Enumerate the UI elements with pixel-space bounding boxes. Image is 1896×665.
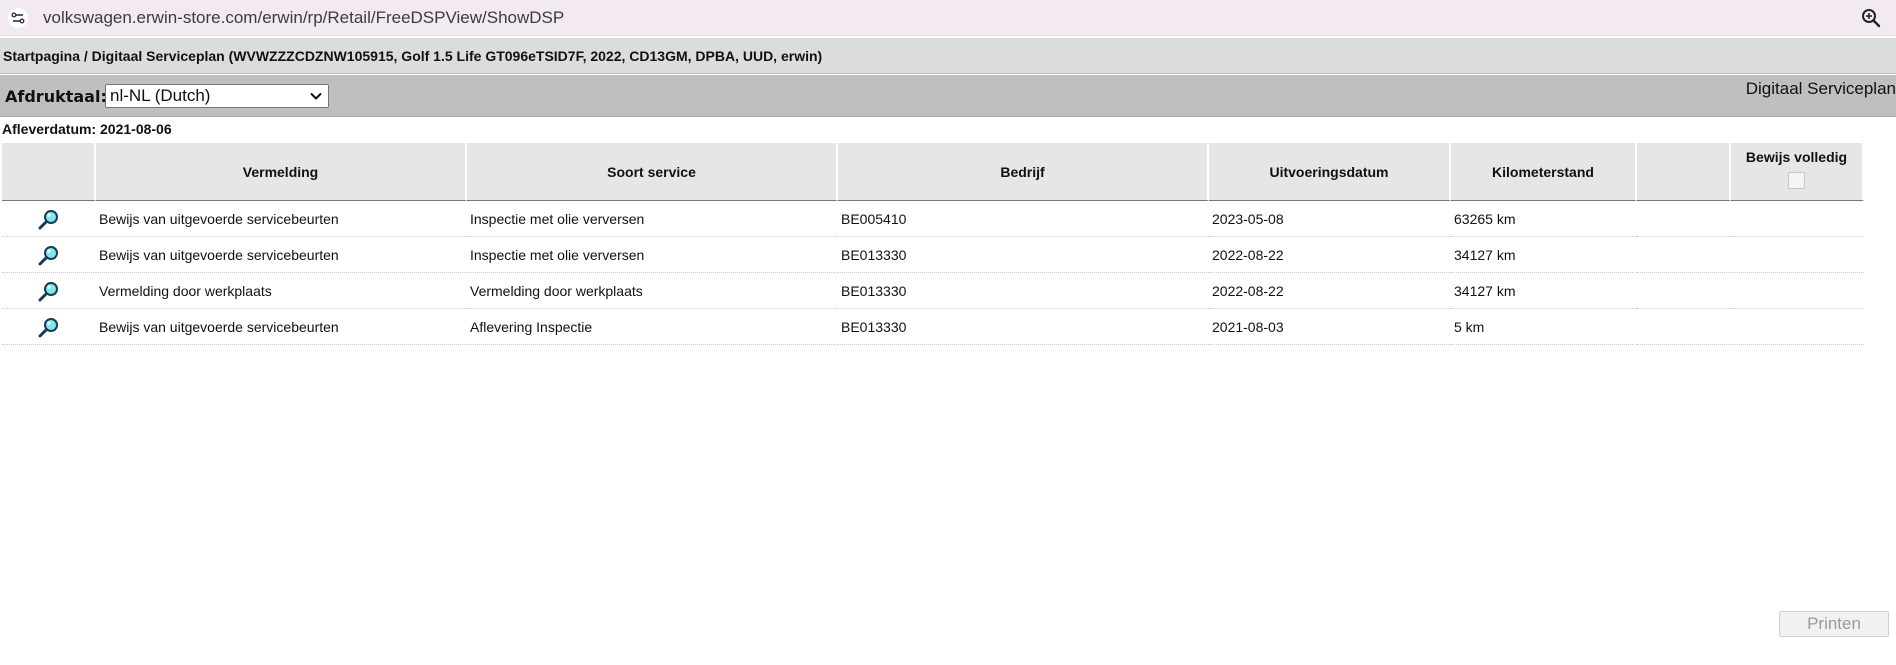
- magnifier-icon[interactable]: [37, 316, 61, 340]
- magnifier-icon[interactable]: [37, 244, 61, 268]
- print-language-value: nl-NL (Dutch): [110, 86, 211, 105]
- header-blank: [1637, 143, 1731, 201]
- header-uitvoeringsdatum[interactable]: Uitvoeringsdatum: [1209, 143, 1451, 201]
- cell-kilometerstand: 63265 km: [1451, 201, 1637, 237]
- cell-blank: [1637, 237, 1731, 273]
- header-bedrijf[interactable]: Bedrijf: [838, 143, 1209, 201]
- table-row: Bewijs van uitgevoerde servicebeurten Af…: [2, 309, 1864, 345]
- bewijs-volledig-checkbox[interactable]: [1788, 172, 1805, 189]
- cell-uitvoeringsdatum: 2022-08-22: [1209, 237, 1451, 273]
- row-icon-cell: [2, 237, 96, 273]
- magnifier-icon[interactable]: [37, 280, 61, 304]
- cell-vermelding: Vermelding door werkplaats: [96, 273, 467, 309]
- cell-kilometerstand: 5 km: [1451, 309, 1637, 345]
- row-icon-cell: [2, 309, 96, 345]
- cell-soort-service: Vermelding door werkplaats: [467, 273, 838, 309]
- print-button[interactable]: Printen: [1779, 611, 1889, 637]
- print-language-label: Afdruktaal:: [5, 87, 107, 106]
- cell-vermelding: Bewijs van uitgevoerde servicebeurten: [96, 201, 467, 237]
- table-header-row: Vermelding Soort service Bedrijf Uitvoer…: [2, 143, 1864, 201]
- url-field[interactable]: volkswagen.erwin-store.com/erwin/rp/Reta…: [43, 8, 564, 28]
- toolbar: Afdruktaal: nl-NL (Dutch) Digitaal Servi…: [0, 75, 1896, 117]
- cell-soort-service: Inspectie met olie verversen: [467, 201, 838, 237]
- breadcrumb: Startpagina / Digitaal Serviceplan (WVWZ…: [0, 38, 1896, 74]
- service-table: Vermelding Soort service Bedrijf Uitvoer…: [2, 143, 1864, 345]
- cell-bewijs-volledig: [1731, 273, 1864, 309]
- cell-uitvoeringsdatum: 2021-08-03: [1209, 309, 1451, 345]
- cell-blank: [1637, 201, 1731, 237]
- cell-soort-service: Aflevering Inspectie: [467, 309, 838, 345]
- chevron-down-icon: [310, 92, 322, 100]
- cell-bedrijf: BE013330: [838, 309, 1209, 345]
- cell-vermelding: Bewijs van uitgevoerde servicebeurten: [96, 237, 467, 273]
- header-bewijs-volledig-label: Bewijs volledig: [1745, 149, 1848, 165]
- delivery-date: Afleverdatum: 2021-08-06: [2, 121, 172, 137]
- page-title: Digitaal Serviceplan: [1745, 79, 1896, 98]
- print-language-select[interactable]: nl-NL (Dutch): [105, 84, 329, 108]
- row-icon-cell: [2, 273, 96, 309]
- cell-kilometerstand: 34127 km: [1451, 273, 1637, 309]
- header-vermelding[interactable]: Vermelding: [96, 143, 467, 201]
- table-row: Vermelding door werkplaats Vermelding do…: [2, 273, 1864, 309]
- cell-soort-service: Inspectie met olie verversen: [467, 237, 838, 273]
- header-bewijs-volledig: Bewijs volledig: [1731, 143, 1864, 201]
- cell-bedrijf: BE013330: [838, 273, 1209, 309]
- zoom-icon[interactable]: [1860, 7, 1882, 29]
- cell-bedrijf: BE005410: [838, 201, 1209, 237]
- table-row: Bewijs van uitgevoerde servicebeurten In…: [2, 201, 1864, 237]
- magnifier-icon[interactable]: [37, 208, 61, 232]
- cell-blank: [1637, 309, 1731, 345]
- cell-blank: [1637, 273, 1731, 309]
- row-icon-cell: [2, 201, 96, 237]
- cell-uitvoeringsdatum: 2022-08-22: [1209, 273, 1451, 309]
- cell-kilometerstand: 34127 km: [1451, 237, 1637, 273]
- header-kilometerstand[interactable]: Kilometerstand: [1451, 143, 1637, 201]
- address-bar: volkswagen.erwin-store.com/erwin/rp/Reta…: [0, 0, 1896, 36]
- table-row: Bewijs van uitgevoerde servicebeurten In…: [2, 237, 1864, 273]
- cell-bedrijf: BE013330: [838, 237, 1209, 273]
- cell-bewijs-volledig: [1731, 201, 1864, 237]
- site-info-icon[interactable]: [8, 8, 28, 28]
- cell-bewijs-volledig: [1731, 309, 1864, 345]
- cell-bewijs-volledig: [1731, 237, 1864, 273]
- header-soort-service[interactable]: Soort service: [467, 143, 838, 201]
- header-icon-column: [2, 143, 96, 201]
- cell-vermelding: Bewijs van uitgevoerde servicebeurten: [96, 309, 467, 345]
- cell-uitvoeringsdatum: 2023-05-08: [1209, 201, 1451, 237]
